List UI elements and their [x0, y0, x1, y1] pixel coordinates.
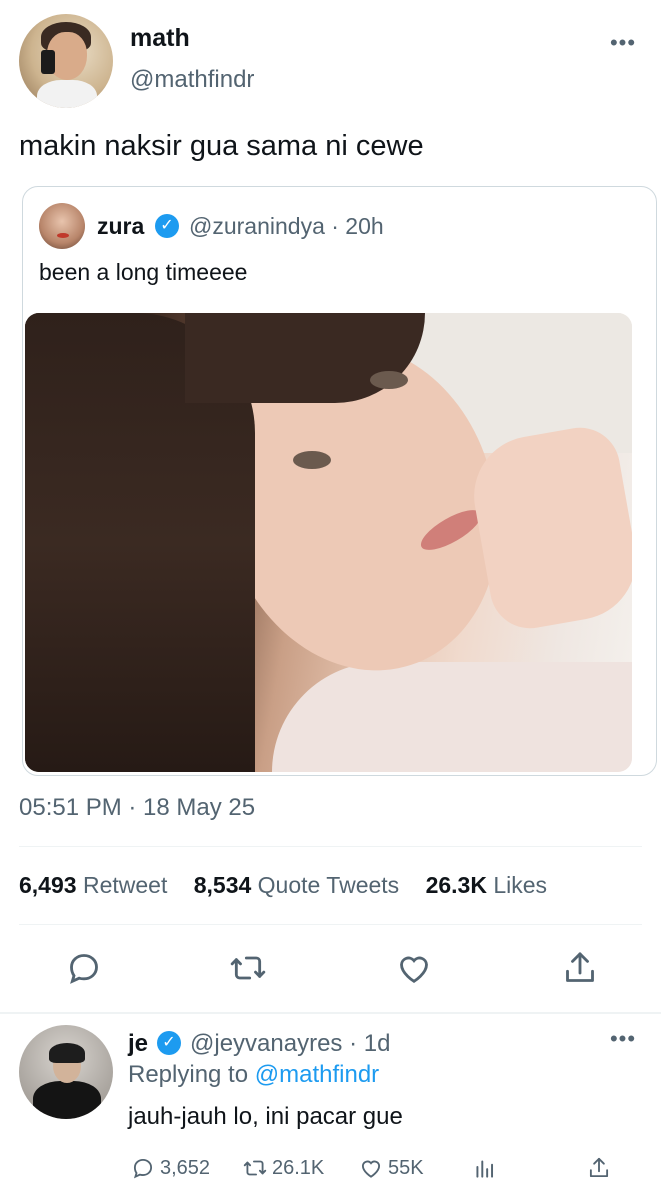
retweet-count: 6,493	[19, 872, 77, 898]
quoted-author-name[interactable]: zura	[97, 213, 144, 240]
share-icon	[589, 1157, 609, 1178]
replying-to: Replying to @mathfindr	[128, 1061, 379, 1089]
quoted-author-handle-time[interactable]: @zuranindya · 20h	[189, 213, 384, 240]
photo-eye	[293, 451, 331, 469]
verified-badge-icon: ✓	[157, 1031, 181, 1055]
reply-icon	[133, 1158, 153, 1179]
quoted-tweet[interactable]: zura ✓ @zuranindya · 20h been a long tim…	[22, 186, 657, 776]
heart-icon[interactable]	[394, 948, 434, 988]
reply-views-button[interactable]	[472, 1153, 502, 1183]
avatar-phone	[41, 50, 55, 74]
retweet-icon[interactable]	[228, 948, 268, 988]
reply-like-button[interactable]: 55K	[358, 1153, 424, 1183]
replying-handle-link[interactable]: @mathfindr	[255, 1061, 379, 1088]
reply-replies-count: 3,652	[160, 1156, 211, 1179]
views-icon	[476, 1160, 494, 1178]
tweet-stats: 6,493 Retweet 8,534 Quote Tweets 26.3K L…	[19, 872, 567, 899]
reply-retweets-count: 26.1K	[272, 1156, 325, 1179]
author-avatar[interactable]	[19, 14, 113, 108]
photo-shirt	[272, 662, 632, 772]
section-divider	[0, 1012, 661, 1014]
more-icon[interactable]: •••	[608, 32, 638, 58]
retweet-stat[interactable]: 6,493 Retweet	[19, 872, 167, 898]
quote-count: 8,534	[193, 872, 252, 898]
divider	[19, 924, 642, 925]
retweet-icon	[243, 1160, 267, 1176]
photo-hand	[464, 421, 632, 635]
quote-label: Quote Tweets	[257, 872, 400, 898]
quoted-author-avatar[interactable]	[39, 203, 85, 249]
share-icon[interactable]	[560, 948, 600, 988]
avatar-lips	[57, 233, 69, 238]
reply-author-name[interactable]: je	[128, 1030, 148, 1058]
reply-author-avatar[interactable]	[19, 1025, 113, 1119]
reply-icon[interactable]	[64, 948, 104, 988]
likes-label: Likes	[493, 872, 548, 898]
likes-stat[interactable]: 26.3K Likes	[426, 872, 547, 898]
author-name[interactable]: math	[130, 24, 190, 53]
reply-text: jauh-jauh lo, ini pacar gue	[128, 1103, 403, 1130]
reply-reply-button[interactable]: 3,652	[130, 1153, 210, 1183]
photo-eye	[370, 371, 408, 389]
retweet-label: Retweet	[82, 872, 168, 898]
heart-icon	[361, 1160, 381, 1178]
avatar-hair	[49, 1043, 85, 1063]
divider	[19, 846, 642, 847]
author-handle[interactable]: @mathfindr	[130, 66, 254, 94]
quoted-tweet-photo[interactable]	[25, 313, 632, 772]
quote-stat[interactable]: 8,534 Quote Tweets	[194, 872, 399, 898]
more-icon[interactable]: •••	[608, 1028, 638, 1054]
reply-likes-count: 55K	[388, 1156, 424, 1179]
reply-retweet-button[interactable]: 26.1K	[242, 1153, 324, 1183]
tweet-text: makin naksir gua sama ni cewe	[19, 130, 424, 162]
tweet-timestamp[interactable]: 05:51 PM · 18 May 25	[19, 794, 255, 822]
avatar-shirt	[37, 80, 97, 108]
reply-share-button[interactable]	[586, 1153, 616, 1183]
quoted-tweet-text: been a long timeeee	[39, 259, 248, 285]
avatar-jacket	[33, 1081, 101, 1119]
reply-author-handle-time[interactable]: @jeyvanayres · 1d	[190, 1030, 390, 1058]
likes-count: 26.3K	[425, 872, 487, 898]
verified-badge-icon: ✓	[155, 214, 179, 238]
replying-prefix: Replying to	[128, 1061, 255, 1088]
